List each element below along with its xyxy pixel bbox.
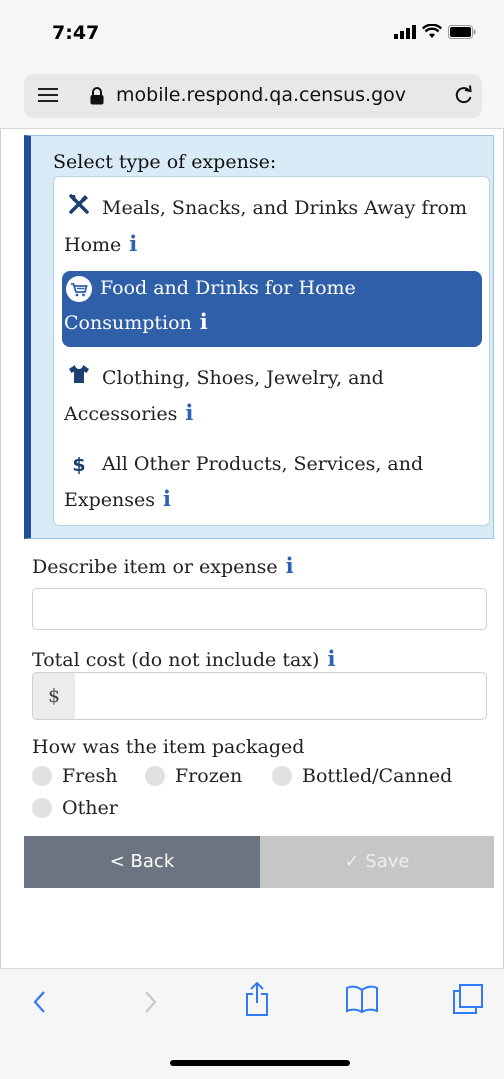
reader-menu-icon[interactable] [38, 88, 58, 104]
expense-option-meals-label-2: Home [64, 233, 122, 256]
radio-other-label: Other [62, 797, 118, 819]
info-icon[interactable]: i [185, 400, 193, 425]
shirt-icon [66, 362, 92, 396]
share-icon[interactable] [244, 981, 270, 1017]
radio-bottled-label: Bottled/Canned [302, 765, 453, 787]
dollar-icon: $ [72, 454, 86, 476]
battery-icon [448, 25, 476, 39]
expense-option-other-label: All Other Products, Services, and [102, 453, 424, 475]
info-icon[interactable]: i [327, 646, 335, 671]
expense-option-food-label-2: Consumption [64, 312, 192, 334]
radio-circle [32, 798, 52, 818]
status-icons [394, 24, 476, 39]
status-bar: 7:47 [0, 0, 504, 70]
url-text: mobile.respond.qa.census.gov [116, 84, 407, 106]
cost-label-text: Total cost (do not include tax) [32, 649, 320, 671]
tabs-icon[interactable] [452, 983, 484, 1015]
info-icon[interactable]: i [200, 309, 208, 334]
expense-option-other-label-2: Expenses [64, 489, 155, 511]
back-button[interactable]: < Back [24, 836, 260, 888]
expense-option-clothing[interactable]: Clothing, Shoes, Jewelry, and Accessorie… [62, 361, 482, 431]
currency-addon: $ [32, 672, 76, 720]
expense-option-clothing-label-2: Accessories [64, 403, 178, 425]
expense-option-meals-label: Meals, Snacks, and Drinks Away from [102, 197, 467, 219]
radio-circle [272, 766, 292, 786]
expense-option-food-label: Food and Drinks for Home [100, 277, 356, 299]
expense-option-food-home[interactable]: Food and Drinks for Home Consumption i [62, 271, 482, 347]
save-button[interactable]: ✓ Save [260, 836, 494, 888]
shopping-cart-icon [66, 276, 92, 302]
info-icon[interactable]: i [129, 231, 137, 256]
radio-fresh-label: Fresh [62, 765, 118, 787]
radio-frozen-label: Frozen [175, 765, 243, 787]
info-icon[interactable]: i [163, 486, 171, 511]
radio-fresh[interactable]: Fresh [32, 765, 118, 787]
browser-url-bar: mobile.respond.qa.census.gov [0, 70, 504, 129]
describe-input[interactable] [32, 588, 487, 630]
reload-icon[interactable] [454, 85, 474, 105]
describe-label-text: Describe item or expense [32, 556, 278, 578]
expense-options-list: Meals, Snacks, and Drinks Away from Home… [53, 176, 490, 526]
radio-bottled-canned[interactable]: Bottled/Canned [272, 765, 452, 787]
radio-circle [145, 766, 165, 786]
bookmarks-icon[interactable] [346, 985, 378, 1013]
cost-label: Total cost (do not include tax) i [32, 646, 335, 671]
radio-other[interactable]: Other [32, 797, 118, 819]
expense-option-meals[interactable]: Meals, Snacks, and Drinks Away from Home… [62, 191, 482, 262]
utensils-icon [66, 192, 92, 227]
info-icon[interactable]: i [286, 553, 294, 578]
expense-option-other[interactable]: $ All Other Products, Services, and Expen… [62, 447, 482, 517]
browser-toolbar [0, 968, 504, 1079]
radio-circle [32, 766, 52, 786]
address-field[interactable]: mobile.respond.qa.census.gov [24, 74, 482, 118]
lock-icon [90, 87, 104, 105]
describe-label: Describe item or expense i [32, 553, 294, 578]
home-indicator [170, 1060, 350, 1066]
expense-type-label: Select type of expense: [53, 151, 277, 173]
expense-option-clothing-label: Clothing, Shoes, Jewelry, and [102, 367, 384, 389]
packaging-label: How was the item packaged [32, 736, 305, 758]
radio-frozen[interactable]: Frozen [145, 765, 242, 787]
back-arrow-icon[interactable] [30, 987, 50, 1017]
signal-icon [394, 25, 416, 39]
expense-type-panel: Select type of expense: Meals, Snacks, a… [24, 135, 494, 539]
forward-arrow-icon[interactable] [140, 987, 160, 1017]
wifi-icon [422, 24, 442, 38]
cost-input[interactable] [75, 672, 487, 720]
status-time: 7:47 [52, 22, 100, 44]
